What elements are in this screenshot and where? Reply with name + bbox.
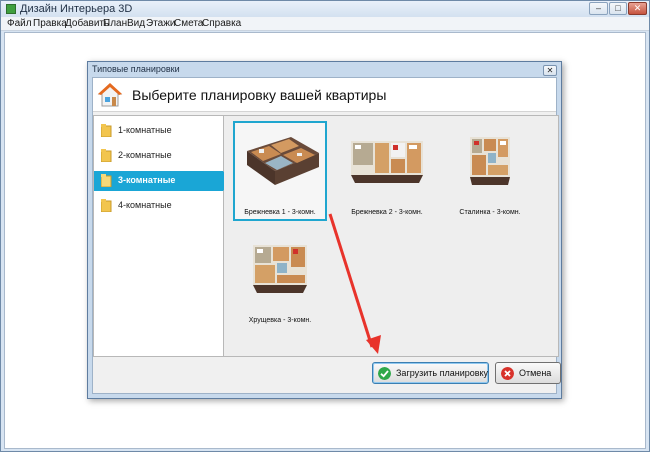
plan-label: Сталинка - 3-комн. [459,209,521,216]
app-logo-icon [6,4,16,14]
cancel-button[interactable]: Отмена [495,362,561,384]
category-label: 4-комнатные [118,200,172,210]
dialog-close-button[interactable]: ✕ [543,65,557,76]
category-label: 2-комнатные [118,150,172,160]
plan-card-stalinka[interactable]: Сталинка - 3-комн. [443,123,537,223]
menu-plan[interactable]: План [103,18,127,29]
category-label: 1-комнатные [118,125,172,135]
folder-icon [101,174,112,187]
folder-icon [101,199,112,212]
menu-estimate[interactable]: Смета [174,18,203,29]
menu-view[interactable]: Вид [127,18,145,29]
minimize-button[interactable]: – [589,2,608,15]
dialog-header: Выберите планировку вашей квартиры [93,78,556,112]
menu-floors[interactable]: Этажи [146,18,176,29]
category-item-2room[interactable]: 2-комнатные [94,146,223,166]
category-item-1room[interactable]: 1-комнатные [94,121,223,141]
category-label: 3-комнатные [118,175,176,185]
app-titlebar: Дизайн Интерьера 3D – □ ✕ [1,1,649,17]
load-layout-button[interactable]: Загрузить планировку [372,362,489,384]
cancel-label: Отмена [519,368,552,378]
load-layout-label: Загрузить планировку [396,368,489,378]
plan-card-brezhnevka-1[interactable]: Брежневка 1 - 3-комн. [233,121,327,221]
category-list: 1-комнатные 2-комнатные 3-комнатные 4-ко… [93,115,232,357]
maximize-button[interactable]: □ [609,2,627,15]
plans-panel: Брежневка 1 - 3-комн. Брежневка 2 - 3-ко… [224,115,559,357]
floorplan-thumbnail [247,137,319,185]
floorplan-thumbnail [470,137,510,185]
floorplan-thumbnail [253,245,307,293]
folder-icon [101,149,112,162]
floorplan-thumbnail [351,141,423,183]
dialog-title: Типовые планировки [92,64,180,74]
plan-card-brezhnevka-2[interactable]: Брежневка 2 - 3-комн. [340,123,434,223]
cancel-icon [501,367,514,380]
plan-card-khrushchevka[interactable]: Хрущевка - 3-комн. [233,231,327,331]
dialog-body: Выберите планировку вашей квартиры 1-ком… [92,77,561,394]
plan-label: Брежневка 2 - 3-комн. [351,209,423,216]
menu-help[interactable]: Справка [202,18,241,29]
plan-label: Брежневка 1 - 3-комн. [244,209,316,216]
close-button[interactable]: ✕ [628,2,647,15]
house-icon [97,83,123,107]
dialog-heading: Выберите планировку вашей квартиры [132,87,387,103]
layouts-dialog: Типовые планировки ✕ Выберите планировку… [87,61,562,399]
app-title: Дизайн Интерьера 3D [20,3,133,15]
menu-edit[interactable]: Правка [33,18,67,29]
folder-icon [101,124,112,137]
category-item-3room[interactable]: 3-комнатные [94,171,232,191]
plan-label: Хрущевка - 3-комн. [248,317,312,324]
category-item-4room[interactable]: 4-комнатные [94,196,223,216]
check-icon [378,367,391,380]
menubar: Файл Правка Добавить План Вид Этажи Смет… [1,17,649,31]
menu-file[interactable]: Файл [7,18,32,29]
